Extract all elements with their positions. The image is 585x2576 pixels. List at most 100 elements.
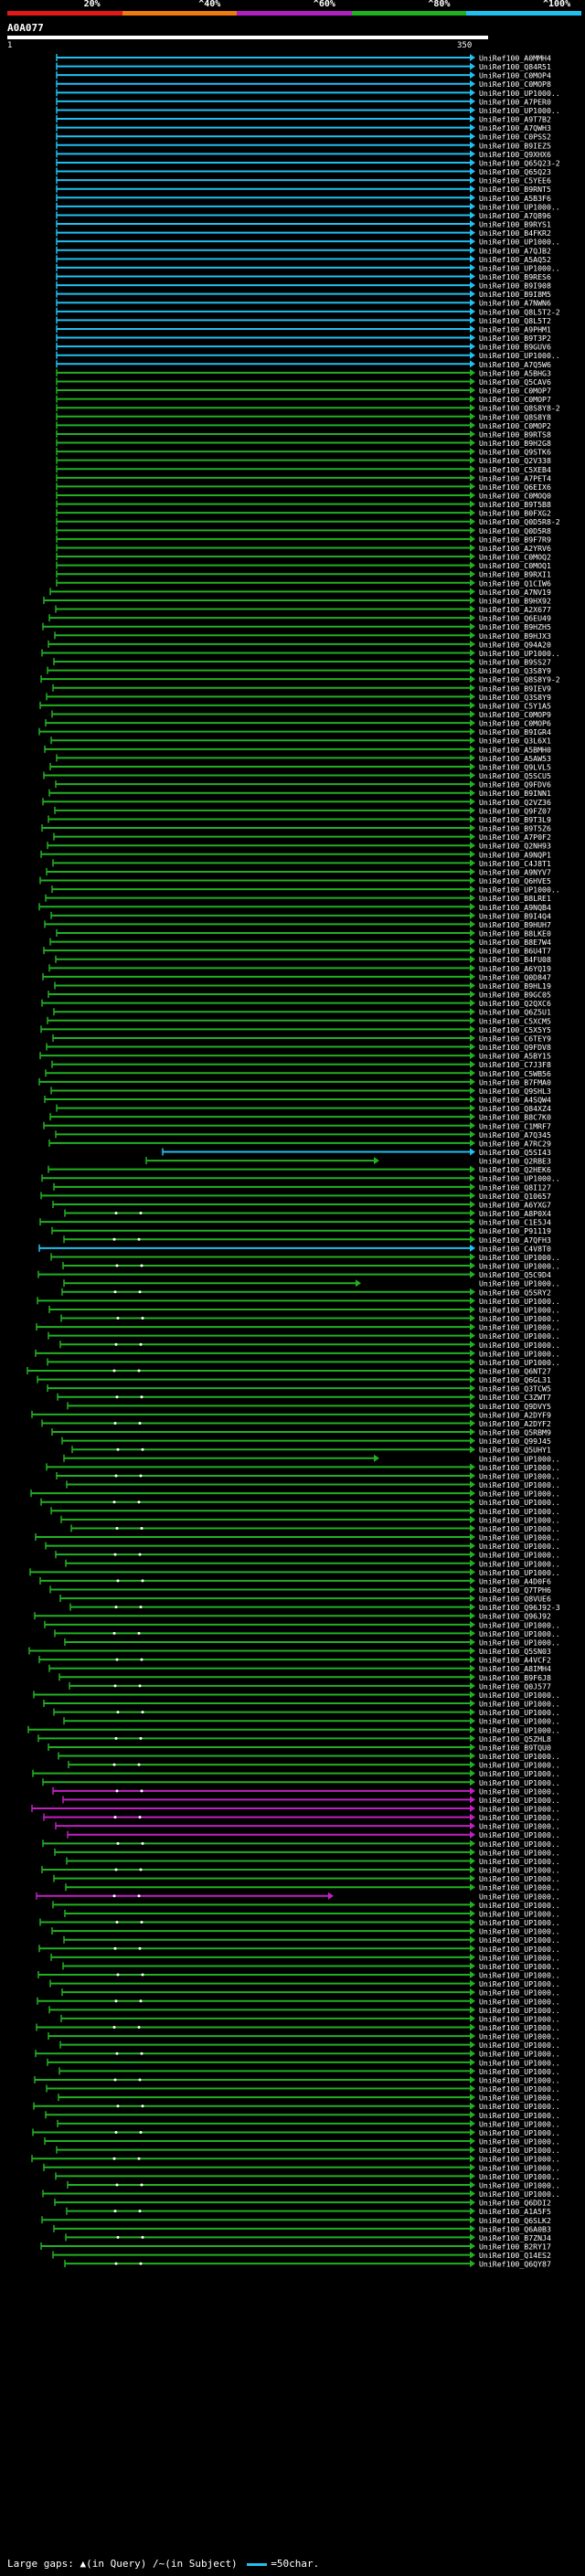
hit-label[interactable]: UniRef100_UP1000.. [479,1454,560,1463]
hit-label[interactable]: UniRef100_UP1000.. [479,1262,560,1271]
hit-label[interactable]: UniRef100_B9TQU0 [479,1743,551,1752]
hit-label[interactable]: UniRef100_Q96J92 [479,1612,551,1621]
hit-label[interactable]: UniRef100_A6YQ19 [479,964,551,973]
hit-label[interactable]: UniRef100_UP1000.. [479,2155,560,2164]
hit-label[interactable]: UniRef100_A2DYF9 [479,1410,551,1419]
hit-label[interactable]: UniRef100_UP1000.. [479,1786,560,1796]
hit-label[interactable]: UniRef100_C5X5Y5 [479,1025,551,1034]
hit-label[interactable]: UniRef100_Q2HEK6 [479,1165,551,1174]
hit-label[interactable]: UniRef100_UP1000.. [479,1279,560,1288]
hit-label[interactable]: UniRef100_C5XEB4 [479,465,551,474]
hit-label[interactable]: UniRef100_C4J8T1 [479,859,551,868]
hit-label[interactable]: UniRef100_A5AQ52 [479,255,551,264]
hit-label[interactable]: UniRef100_UP1000.. [479,1498,560,1507]
hit-label[interactable]: UniRef100_B8LKE0 [479,929,551,938]
hit-label[interactable]: UniRef100_UP1000.. [479,1542,560,1551]
hit-label[interactable]: UniRef100_Q96J92-3 [479,1603,560,1612]
hit-label[interactable]: UniRef100_C5WB56 [479,1069,551,1078]
hit-label[interactable]: UniRef100_Q10657 [479,1192,551,1201]
hit-label[interactable]: UniRef100_Q6DDI2 [479,2199,551,2208]
hit-label[interactable]: UniRef100_UP1000.. [479,1997,560,2006]
hit-label[interactable]: UniRef100_A4SQW4 [479,1096,551,1105]
hit-label[interactable]: UniRef100_UP1000.. [479,2023,560,2032]
hit-label[interactable]: UniRef100_B9RXI1 [479,570,551,579]
hit-label[interactable]: UniRef100_Q14ES2 [479,2251,551,2260]
hit-label[interactable]: UniRef100_Q9DVY5 [479,1402,551,1411]
hit-label[interactable]: UniRef100_UP1000.. [479,2058,560,2067]
hit-label[interactable]: UniRef100_UP1000.. [479,1979,560,1988]
hit-label[interactable]: UniRef100_B8C7K0 [479,1113,551,1122]
hit-label[interactable]: UniRef100_UP1000.. [479,1559,560,1568]
hit-label[interactable]: UniRef100_A9NYV7 [479,867,551,876]
hit-label[interactable]: UniRef100_Q3L6X1 [479,737,551,746]
hit-label[interactable]: UniRef100_C7J3F8 [479,1060,551,1069]
hit-label[interactable]: UniRef100_B9HJX3 [479,631,551,641]
hit-label[interactable]: UniRef100_UP1000.. [479,1323,560,1332]
hit-label[interactable]: UniRef100_UP1000.. [479,2172,560,2181]
hit-label[interactable]: UniRef100_Q6EIX6 [479,482,551,492]
hit-label[interactable]: UniRef100_Q5SRY2 [479,1288,551,1297]
hit-label[interactable]: UniRef100_UP1000.. [479,2006,560,2015]
hit-label[interactable]: UniRef100_UP1000.. [479,1708,560,1717]
hit-label[interactable]: UniRef100_A2DYF2 [479,1419,551,1428]
hit-label[interactable]: UniRef100_Q6QY87 [479,2260,551,2269]
hit-label[interactable]: UniRef100_A4D0F6 [479,1576,551,1585]
hit-label[interactable]: UniRef100_UP1000.. [479,1638,560,1647]
hit-label[interactable]: UniRef100_UP1000.. [479,1962,560,1971]
hit-label[interactable]: UniRef100_C5XCM5 [479,1016,551,1025]
hit-label[interactable]: UniRef100_UP1000.. [479,1848,560,1857]
hit-label[interactable]: UniRef100_B9HZH5 [479,622,551,631]
hit-label[interactable]: UniRef100_A7Q345 [479,1130,551,1140]
hit-label[interactable]: UniRef100_A0MMH4 [479,54,551,63]
hit-label[interactable]: UniRef100_A7P0F2 [479,832,551,842]
hit-label[interactable]: UniRef100_A5B3F6 [479,194,551,203]
hit-label[interactable]: UniRef100_C0MOQ1 [479,561,551,570]
hit-label[interactable]: UniRef100_Q8L5T2 [479,316,551,325]
hit-label[interactable]: UniRef100_C0MOP8 [479,80,551,89]
hit-label[interactable]: UniRef100_UP1000.. [479,1945,560,1954]
hit-label[interactable]: UniRef100_UP1000.. [479,649,560,658]
hit-label[interactable]: UniRef100_UP1000.. [479,1874,560,1883]
hit-label[interactable]: UniRef100_Q8I127 [479,1182,551,1192]
hit-label[interactable]: UniRef100_UP1000.. [479,1691,560,1700]
hit-label[interactable]: UniRef100_B9I4Q4 [479,911,551,920]
hit-label[interactable]: UniRef100_C5Y1A5 [479,701,551,710]
hit-label[interactable]: UniRef100_UP1000.. [479,2119,560,2128]
hit-label[interactable]: UniRef100_Q3S8Y9 [479,693,551,702]
hit-label[interactable]: UniRef100_UP1000.. [479,1358,560,1367]
hit-label[interactable]: UniRef100_UP1000.. [479,1909,560,1918]
hit-label[interactable]: UniRef100_A7NWN6 [479,299,551,308]
hit-label[interactable]: UniRef100_UP1000.. [479,1857,560,1866]
hit-label[interactable]: UniRef100_Q5SCU5 [479,771,551,780]
hit-label[interactable]: UniRef100_B7FMA0 [479,1077,551,1087]
hit-label[interactable]: UniRef100_C0MOQ0 [479,492,551,501]
hit-label[interactable]: UniRef100_UP1000.. [479,1253,560,1262]
hit-label[interactable]: UniRef100_Q5CAV6 [479,377,551,387]
hit-label[interactable]: UniRef100_UP1000.. [479,2111,560,2120]
hit-label[interactable]: UniRef100_Q1CIW6 [479,578,551,588]
hit-label[interactable]: UniRef100_UP1000.. [479,1463,560,1472]
hit-label[interactable]: UniRef100_Q2V338 [479,456,551,465]
hit-label[interactable]: UniRef100_C0MOP4 [479,71,551,80]
hit-label[interactable]: UniRef100_UP1000.. [479,1341,560,1350]
hit-label[interactable]: UniRef100_UP1000.. [479,1761,560,1770]
hit-label[interactable]: UniRef100_A2X677 [479,605,551,614]
hit-label[interactable]: UniRef100_UP1000.. [479,2163,560,2172]
hit-label[interactable]: UniRef100_Q65Q23 [479,167,551,176]
hit-label[interactable]: UniRef100_B9HUH7 [479,920,551,929]
hit-label[interactable]: UniRef100_A7RC29 [479,1139,551,1148]
hit-label[interactable]: UniRef100_UP1000.. [479,2180,560,2189]
hit-label[interactable]: UniRef100_Q84R51 [479,62,551,71]
hit-label[interactable]: UniRef100_UP1000.. [479,1700,560,1709]
hit-label[interactable]: UniRef100_B9GC05 [479,991,551,1000]
hit-label[interactable]: UniRef100_Q6NT27 [479,1367,551,1376]
hit-label[interactable]: UniRef100_UP1000.. [479,1988,560,1998]
hit-label[interactable]: UniRef100_C6TEY9 [479,1034,551,1043]
hit-label[interactable]: UniRef100_Q99J45 [479,1436,551,1446]
hit-label[interactable]: UniRef100_Q5ZHL8 [479,1734,551,1744]
hit-label[interactable]: UniRef100_C1MRF7 [479,1121,551,1130]
hit-label[interactable]: UniRef100_UP1000.. [479,238,560,247]
hit-label[interactable]: UniRef100_Q9LVL5 [479,762,551,771]
hit-label[interactable]: UniRef100_C0MOQ2 [479,553,551,562]
hit-label[interactable]: UniRef100_C0MOP6 [479,719,551,728]
